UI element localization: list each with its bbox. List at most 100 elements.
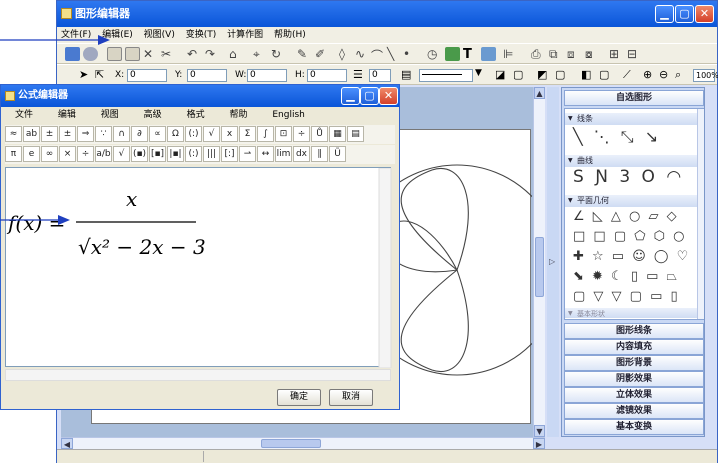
panel-button-transform[interactable]: 基本变换 (564, 419, 704, 435)
panel-button-background[interactable]: 图形背景 (564, 355, 704, 371)
formula-menu-english[interactable]: English (272, 110, 305, 120)
line-shapes[interactable]: ╲ ⋱ ⤡ ↘ (573, 127, 661, 147)
symbol-button[interactable]: |▪| (167, 146, 184, 162)
x-field[interactable]: 0 (127, 69, 167, 82)
formula-menu-help[interactable]: 帮助 (229, 110, 247, 120)
symbol-button[interactable]: ∩ (113, 126, 130, 142)
symbol-button[interactable]: ∫ (257, 126, 274, 142)
formula-menu-format[interactable]: 格式 (187, 110, 205, 120)
panel-button-filter[interactable]: 滤镜效果 (564, 403, 704, 419)
symbol-button[interactable]: × (59, 146, 76, 162)
close-button[interactable]: ✕ (695, 5, 714, 23)
symbol-button[interactable]: (▪) (131, 146, 148, 162)
menu-view[interactable]: 视图(V) (144, 30, 175, 40)
transform-icon[interactable]: ⌖ (253, 47, 268, 61)
select-arrow-icon[interactable]: ➤ (79, 68, 94, 82)
rotate-icon[interactable]: ↻ (271, 47, 286, 61)
panel-splitter[interactable]: ▷ (547, 87, 559, 437)
symbol-button[interactable]: (:) (185, 126, 202, 142)
symbol-button[interactable]: ÷ (77, 146, 94, 162)
menu-transform[interactable]: 变换(T) (186, 30, 217, 40)
paste-icon[interactable] (125, 47, 140, 61)
zoom-in-icon[interactable]: ⊕ (643, 68, 658, 82)
scroll-up-icon[interactable]: ▲ (534, 87, 545, 99)
line-style-select[interactable] (419, 69, 473, 82)
symbol-button[interactable]: ∂ (131, 126, 148, 142)
geometry-shapes-row-2[interactable]: □ □ ▢ ⬠ ⬡ ○ (573, 229, 687, 244)
align-icon[interactable]: ⊫ (503, 47, 518, 61)
symbol-button[interactable]: a/b (95, 146, 112, 162)
symbol-button[interactable]: ▦ (329, 126, 346, 142)
paste-special-icon[interactable]: ✂ (161, 47, 176, 61)
vertical-scroll-thumb[interactable] (535, 237, 544, 297)
canvas-horizontal-scrollbar[interactable]: ◀ ▶ (61, 437, 545, 449)
undo-icon[interactable]: ↶ (187, 47, 202, 61)
curve-icon[interactable]: ∿ (355, 47, 370, 61)
section-curves[interactable]: 曲线 (565, 155, 697, 167)
symbol-button[interactable]: ∝ (149, 126, 166, 142)
front-icon[interactable]: ⊞ (609, 47, 624, 61)
symbol-button[interactable]: ▤ (347, 126, 364, 142)
fill-color-icon[interactable]: ▢ (513, 68, 528, 82)
ok-button[interactable]: 确定 (277, 389, 321, 406)
scroll-down-icon[interactable]: ▼ (534, 425, 545, 437)
line-icon[interactable]: ╲ (387, 47, 402, 61)
fill-icon[interactable]: ◪ (495, 68, 510, 82)
gallery-scrollbar[interactable] (697, 109, 704, 319)
layer-icon[interactable]: ⧇ (585, 47, 600, 61)
cancel-button[interactable]: 取消 (329, 389, 373, 406)
symbol-button[interactable]: Σ (239, 126, 256, 142)
clock-icon[interactable]: ◷ (427, 47, 442, 61)
menu-file[interactable]: 文件(F) (61, 30, 91, 40)
zoom-select[interactable]: 100% (693, 69, 718, 82)
curve-shapes[interactable]: S Ɲ 3 O ◠ (573, 167, 684, 187)
scroll-left-icon[interactable]: ◀ (61, 438, 73, 449)
symbol-button[interactable]: ⇒ (77, 126, 94, 142)
group-icon[interactable]: ⧉ (549, 47, 564, 61)
formula-menu-file[interactable]: 文件 (15, 110, 33, 120)
symbol-button[interactable]: ± (59, 126, 76, 142)
symbol-button[interactable]: Ũ (329, 146, 346, 162)
symbol-button[interactable]: ≈ (5, 126, 22, 142)
save-icon[interactable] (65, 47, 80, 61)
canvas-vertical-scrollbar[interactable]: ▲ ▼ (533, 87, 545, 437)
symbol-button[interactable]: Ů (311, 126, 328, 142)
menu-help[interactable]: 帮助(H) (274, 30, 306, 40)
h-field[interactable]: 0 (307, 69, 347, 82)
image-icon[interactable] (445, 47, 460, 61)
panel-button-shadow[interactable]: 阴影效果 (564, 371, 704, 387)
section-lines[interactable]: 线条 (565, 113, 697, 125)
shadow-color-icon[interactable]: ▢ (555, 68, 570, 82)
cut-icon[interactable]: ✕ (143, 47, 158, 61)
symbol-button[interactable]: (:) (185, 146, 202, 162)
symbol-button[interactable]: x (221, 126, 238, 142)
menu-edit[interactable]: 编辑(E) (102, 30, 133, 40)
petal-upper[interactable] (400, 168, 469, 271)
geometry-shapes-row-4[interactable]: ⬊ ✹ ☾ ▯ ▭ ⏢ (573, 269, 679, 284)
eyedropper-icon[interactable]: ⟋ (623, 68, 638, 82)
symbol-button[interactable]: [:] (221, 146, 238, 162)
line-style-dropdown-icon[interactable]: ▼ (475, 68, 490, 82)
symbol-button[interactable]: ÷ (293, 126, 310, 142)
horizontal-scroll-thumb[interactable] (261, 439, 321, 448)
formula-close-button[interactable]: ✕ (379, 87, 398, 105)
polyline-icon[interactable]: ⌒ (371, 47, 386, 63)
layer-color-icon[interactable]: ▢ (599, 68, 614, 82)
panel-button-fill[interactable]: 内容填充 (564, 339, 704, 355)
shadow-icon[interactable]: ◩ (537, 68, 552, 82)
symbol-button[interactable]: Ω (167, 126, 184, 142)
symbol-button[interactable]: ↔ (257, 146, 274, 162)
symbol-button[interactable]: dx (293, 146, 310, 162)
section-basic-shapes[interactable]: 基本形状 (565, 308, 697, 320)
symbol-button[interactable]: √ (203, 126, 220, 142)
symbol-button[interactable]: ⇀ (239, 146, 256, 162)
node-select-icon[interactable]: ⇱ (95, 68, 110, 82)
section-plane-geometry[interactable]: 平面几何 (565, 195, 697, 207)
panel-button-line[interactable]: 图形线条 (564, 323, 704, 339)
symbol-button[interactable]: ab (23, 126, 40, 142)
picture-icon[interactable] (481, 47, 496, 61)
settings-icon[interactable] (83, 47, 98, 61)
formula-horizontal-scrollbar[interactable] (5, 369, 391, 381)
symbol-button[interactable]: ⊡ (275, 126, 292, 142)
layer-fill-icon[interactable]: ◧ (581, 68, 596, 82)
